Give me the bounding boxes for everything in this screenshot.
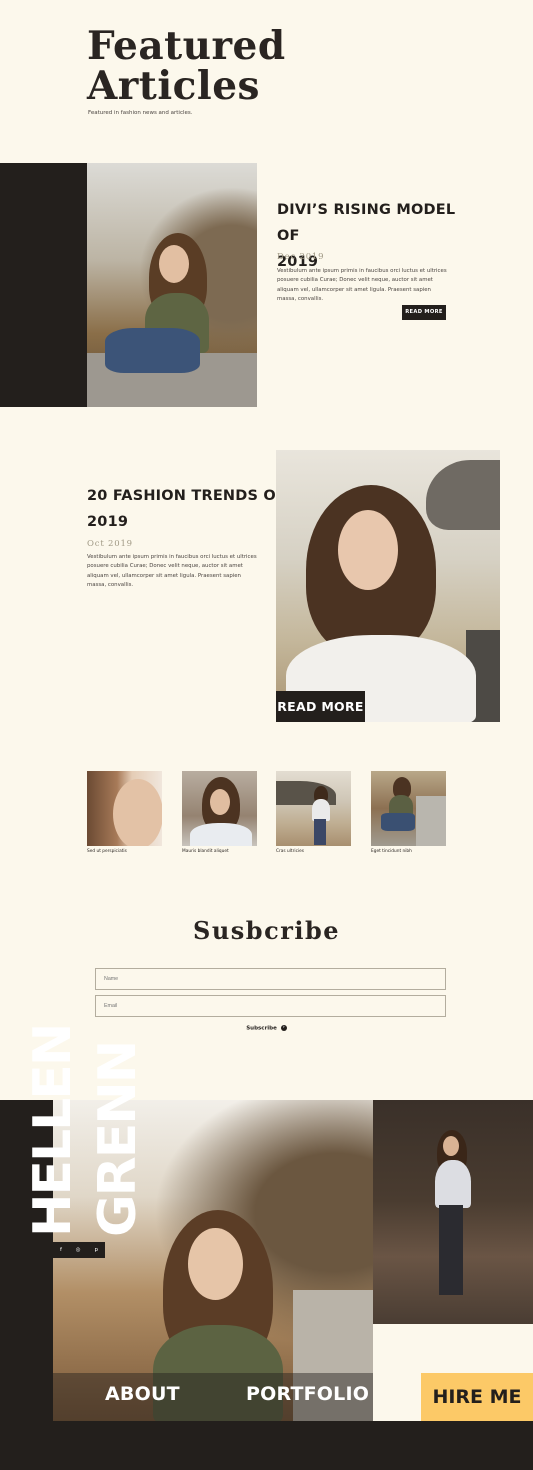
footer-side-image xyxy=(373,1100,533,1324)
article-2-image[interactable] xyxy=(276,450,500,722)
brand-name-first: HELLEN xyxy=(23,1024,83,1237)
name-field[interactable] xyxy=(95,968,446,990)
nav-portfolio-link[interactable]: PORTFOLIO xyxy=(246,1383,369,1405)
article-2-excerpt: Vestibulum ante ipsum primis in faucibus… xyxy=(87,554,257,588)
page-subtitle: Featured in fashion news and articles. xyxy=(88,110,193,116)
thumbnail-caption[interactable]: Cras ultricies xyxy=(276,849,304,854)
article-2-date: Oct 2019 xyxy=(87,539,133,549)
decorative-dark-block xyxy=(0,163,87,407)
thumbnail-caption[interactable]: Sed ut perspiciatis xyxy=(87,849,127,854)
article-2-title[interactable]: 20 FASHION TRENDS OF 2019 xyxy=(87,483,287,535)
article-1-date: Dec 2019 xyxy=(277,252,325,262)
thumbnail-image[interactable] xyxy=(87,771,162,846)
brand-name-last: GRENN xyxy=(88,1041,148,1237)
pinterest-icon[interactable]: p xyxy=(95,1247,99,1253)
thumbnail-image[interactable] xyxy=(371,771,446,846)
thumbnail-image[interactable] xyxy=(182,771,257,846)
thumbnail-caption[interactable]: Eget tincidunt nibh xyxy=(371,849,412,854)
article-1-title[interactable]: DIVI’S RISING MODEL OF 2019 xyxy=(277,197,477,275)
email-field[interactable] xyxy=(95,995,446,1017)
thumbnail-caption[interactable]: Mauris blandit aliquet xyxy=(182,849,229,854)
article-1-image[interactable] xyxy=(87,163,257,407)
hire-me-button[interactable]: HIRE ME xyxy=(421,1373,533,1421)
article-1-read-more-button[interactable]: READ MORE xyxy=(402,305,446,320)
page-title: Featured Articles xyxy=(87,23,286,109)
nav-about-link[interactable]: ABOUT xyxy=(105,1383,180,1405)
article-1-excerpt: Vestibulum ante ipsum primis in faucibus… xyxy=(277,268,447,302)
arrow-right-icon: › xyxy=(280,1025,287,1031)
facebook-icon[interactable]: f xyxy=(60,1247,62,1253)
thumbnail-image[interactable] xyxy=(276,771,351,846)
instagram-icon[interactable]: ◎ xyxy=(76,1247,81,1253)
subscribe-title: Susbcribe xyxy=(193,916,340,945)
article-2-read-more-button[interactable]: READ MORE xyxy=(276,691,365,722)
social-links: f ◎ p xyxy=(53,1242,105,1258)
